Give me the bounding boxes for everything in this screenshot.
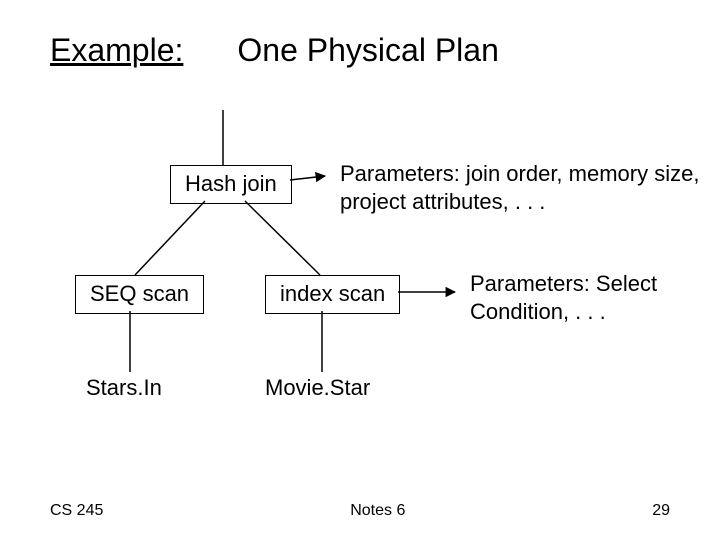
title-main: One Physical Plan [237, 32, 498, 69]
node-hash-join-label: Hash join [185, 171, 277, 196]
node-index-scan-label: index scan [280, 281, 385, 306]
title-example: Example: [50, 32, 183, 69]
slide-title-row: Example: One Physical Plan [50, 32, 499, 69]
slide-footer: CS 245 Notes 6 29 [0, 502, 720, 520]
footer-notes: Notes 6 [350, 502, 405, 520]
node-hash-join: Hash join [170, 165, 292, 204]
footer-page-number: 29 [652, 502, 670, 520]
node-seq-scan-label: SEQ scan [90, 281, 189, 306]
annotation-hash-join-params: Parameters: join order, memory size, pro… [340, 160, 710, 215]
annotation-index-scan-params: Parameters: Select Condition, . . . [470, 270, 700, 325]
node-seq-scan: SEQ scan [75, 275, 204, 314]
footer-course: CS 245 [50, 502, 103, 520]
node-index-scan: index scan [265, 275, 400, 314]
node-stars-in: Stars.In [86, 375, 162, 401]
node-movie-star: Movie.Star [265, 375, 370, 401]
